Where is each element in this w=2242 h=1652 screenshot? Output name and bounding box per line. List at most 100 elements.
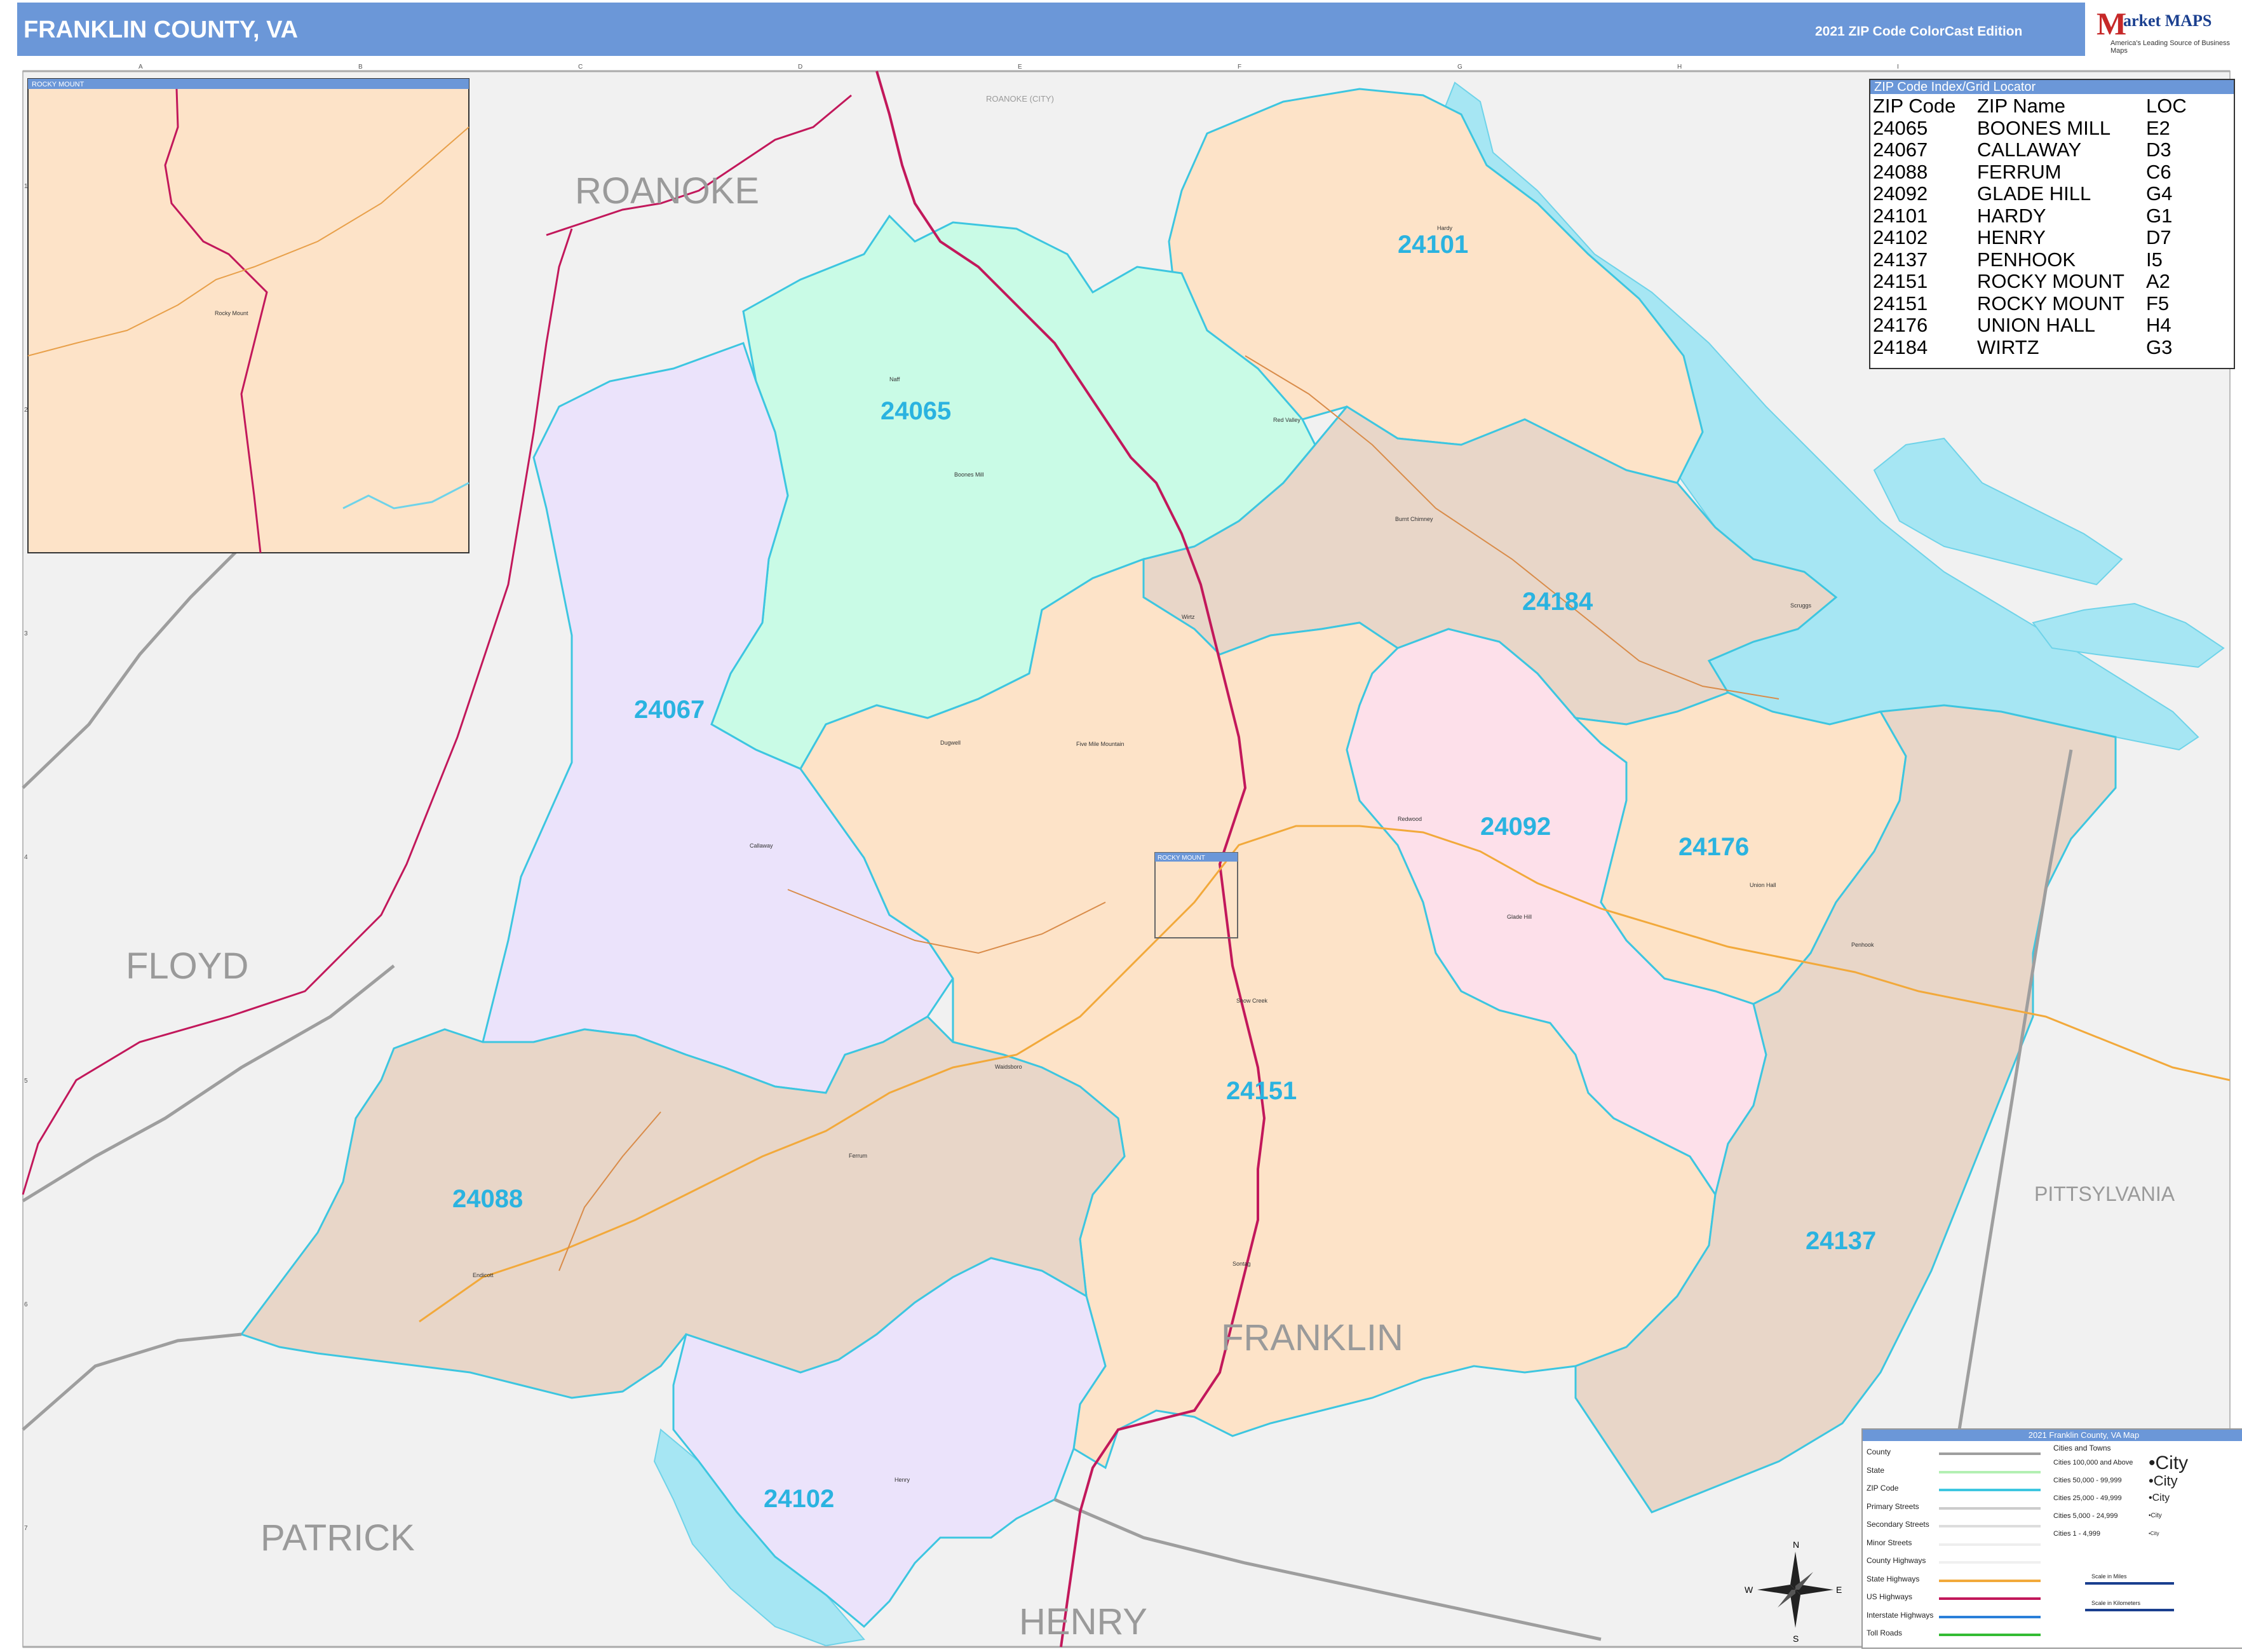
town-penhook: Penhook xyxy=(1851,942,1874,948)
compass-n: N xyxy=(1793,1540,1799,1550)
grid-col-f: F xyxy=(1238,64,1241,71)
legend-cities-heading: Cities and Towns xyxy=(2053,1444,2111,1452)
zip-code-cell: 24151 xyxy=(1873,270,1928,293)
town-glade-hill: Glade Hill xyxy=(1507,914,1532,920)
grid-col-a: A xyxy=(138,64,143,71)
legend-item: US Highways xyxy=(1867,1592,1913,1601)
zip-code-cell: 24151 xyxy=(1873,292,1928,315)
zip-label-24151: 24151 xyxy=(1226,1077,1297,1105)
zip-code-cell: 24065 xyxy=(1873,116,1928,139)
zip-name-cell: PENHOOK xyxy=(1977,248,2076,271)
legend-city-tier: Cities 1 - 4,999 xyxy=(2053,1530,2100,1538)
town-callaway: Callaway xyxy=(750,843,773,849)
scale-bar-miles xyxy=(2085,1582,2174,1585)
zip-index-row: 24088 FERRUM C6 xyxy=(1873,161,2197,184)
legend-swatch xyxy=(1939,1561,2041,1564)
zip-index-row: 24176 UNION HALL H4 xyxy=(1873,315,2197,337)
zip-label-24102: 24102 xyxy=(764,1485,834,1513)
zip-loc-cell: F5 xyxy=(2146,292,2170,315)
zip-name-cell: UNION HALL xyxy=(1977,314,2096,337)
grid-row-5: 5 xyxy=(24,1078,28,1085)
legend-city-tier: Cities 50,000 - 99,999 xyxy=(2053,1477,2122,1484)
rocky-mount-inset[interactable]: ROCKY MOUNT Rocky Mount xyxy=(27,78,469,553)
zip-code-cell: 24092 xyxy=(1873,182,1928,205)
legend-city-sample: •City xyxy=(2149,1452,2189,1473)
zip-label-24088: 24088 xyxy=(452,1185,523,1213)
zip-index-title: ZIP Code Index/Grid Locator xyxy=(1870,80,2234,94)
town-union-hall: Union Hall xyxy=(1750,882,1776,888)
legend-item: Minor Streets xyxy=(1867,1538,1912,1547)
zip-code-cell: 24102 xyxy=(1873,226,1928,249)
legend-swatch xyxy=(1939,1525,2041,1527)
inset-title: ROCKY MOUNT xyxy=(32,81,84,88)
grid-col-g: G xyxy=(1457,64,1462,71)
zip-name-cell: FERRUM xyxy=(1977,160,2062,183)
compass-w: W xyxy=(1745,1585,1753,1595)
legend-swatch xyxy=(1939,1579,2041,1582)
zip-label-24065: 24065 xyxy=(881,397,951,425)
grid-col-c: C xyxy=(578,64,583,71)
zip-loc-cell: G1 xyxy=(2146,204,2173,227)
zip-code-cell: 24101 xyxy=(1873,204,1928,227)
zip-name-cell: WIRTZ xyxy=(1977,335,2039,358)
town-redwood: Redwood xyxy=(1398,816,1422,822)
town-endicott: Endicott xyxy=(473,1272,494,1278)
zip-name-cell: ROCKY MOUNT xyxy=(1977,270,2124,293)
legend-swatch xyxy=(1939,1634,2041,1636)
zip-loc-cell: D7 xyxy=(2146,226,2171,249)
zip-index-row: 24101 HARDY G1 xyxy=(1873,205,2197,227)
town-sontag: Sontag xyxy=(1232,1261,1251,1267)
town-burnt-chimney: Burnt Chimney xyxy=(1395,516,1433,522)
zip-label-24137: 24137 xyxy=(1806,1227,1876,1255)
legend-item: Primary Streets xyxy=(1867,1501,1919,1511)
legend-city-tier: Cities 5,000 - 24,999 xyxy=(2053,1512,2118,1520)
map-legend: 2021 Franklin County, VA Map County State… xyxy=(1861,1428,2242,1649)
grid-row-4: 4 xyxy=(24,854,28,861)
zip-name-cell: HARDY xyxy=(1977,204,2046,227)
legend-item: ZIP Code xyxy=(1867,1484,1899,1493)
zip-name-cell: ROCKY MOUNT xyxy=(1977,292,2124,315)
legend-swatch xyxy=(1939,1452,2041,1455)
zip-index-panel: ZIP Code Index/Grid Locator ZIP Code ZIP … xyxy=(1869,79,2235,369)
grid-row-3: 3 xyxy=(24,630,28,637)
town-hardy: Hardy xyxy=(1437,225,1453,231)
zip-loc-cell: H4 xyxy=(2146,314,2171,337)
compass-e: E xyxy=(1836,1585,1842,1595)
legend-swatch xyxy=(1939,1615,2041,1618)
legend-city-sample: •City xyxy=(2149,1531,2159,1536)
legend-scale-miles: Scale in Miles xyxy=(2091,1573,2127,1580)
zip-loc-cell: G4 xyxy=(2146,182,2173,205)
legend-swatch xyxy=(1939,1597,2041,1600)
town-boones-mill: Boones Mill xyxy=(954,471,984,478)
zip-code-cell: ZIP Code xyxy=(1873,95,1956,118)
zip-index-table: ZIP Code ZIP Name LOC 24065 BOONES MILL E2 240… xyxy=(1873,95,2197,358)
zip-label-24176: 24176 xyxy=(1678,833,1749,861)
legend-swatch xyxy=(1939,1506,2041,1510)
zip-loc-cell: E2 xyxy=(2146,116,2170,139)
zip-name-cell: BOONES MILL xyxy=(1977,116,2111,139)
locator-label: ROCKY MOUNT xyxy=(1158,855,1205,862)
label-pittsylvania: PITTSYLVANIA xyxy=(2034,1182,2175,1205)
label-roanoke: ROANOKE xyxy=(575,170,759,212)
label-franklin: FRANKLIN xyxy=(1221,1317,1403,1358)
inset-town-rocky-mount: Rocky Mount xyxy=(215,310,248,316)
legend-item: Toll Roads xyxy=(1867,1628,1903,1637)
label-patrick: PATRICK xyxy=(260,1517,415,1559)
zip-index-row: 24137 PENHOOK I5 xyxy=(1873,248,2197,271)
zip-index-row: 24102 HENRY D7 xyxy=(1873,227,2197,249)
zip-index-row: 24065 BOONES MILL E2 xyxy=(1873,116,2197,140)
zip-loc-cell: A2 xyxy=(2146,270,2170,293)
zip-code-cell: 24088 xyxy=(1873,160,1928,183)
grid-row-7: 7 xyxy=(24,1525,28,1532)
zip-loc-cell: LOC xyxy=(2146,95,2187,118)
town-henry: Henry xyxy=(895,1477,910,1483)
zip-label-24067: 24067 xyxy=(634,696,705,724)
zip-code-cell: 24067 xyxy=(1873,139,1928,161)
town-naff: Naff xyxy=(889,376,900,383)
zip-code-cell: 24176 xyxy=(1873,314,1928,337)
zip-label-24184: 24184 xyxy=(1522,588,1593,616)
town-ferrum: Ferrum xyxy=(849,1153,867,1159)
zip-name-cell: CALLAWAY xyxy=(1977,139,2082,161)
grid-col-e: E xyxy=(1018,64,1022,71)
zip-index-row: 24184 WIRTZ G3 xyxy=(1873,335,2197,359)
